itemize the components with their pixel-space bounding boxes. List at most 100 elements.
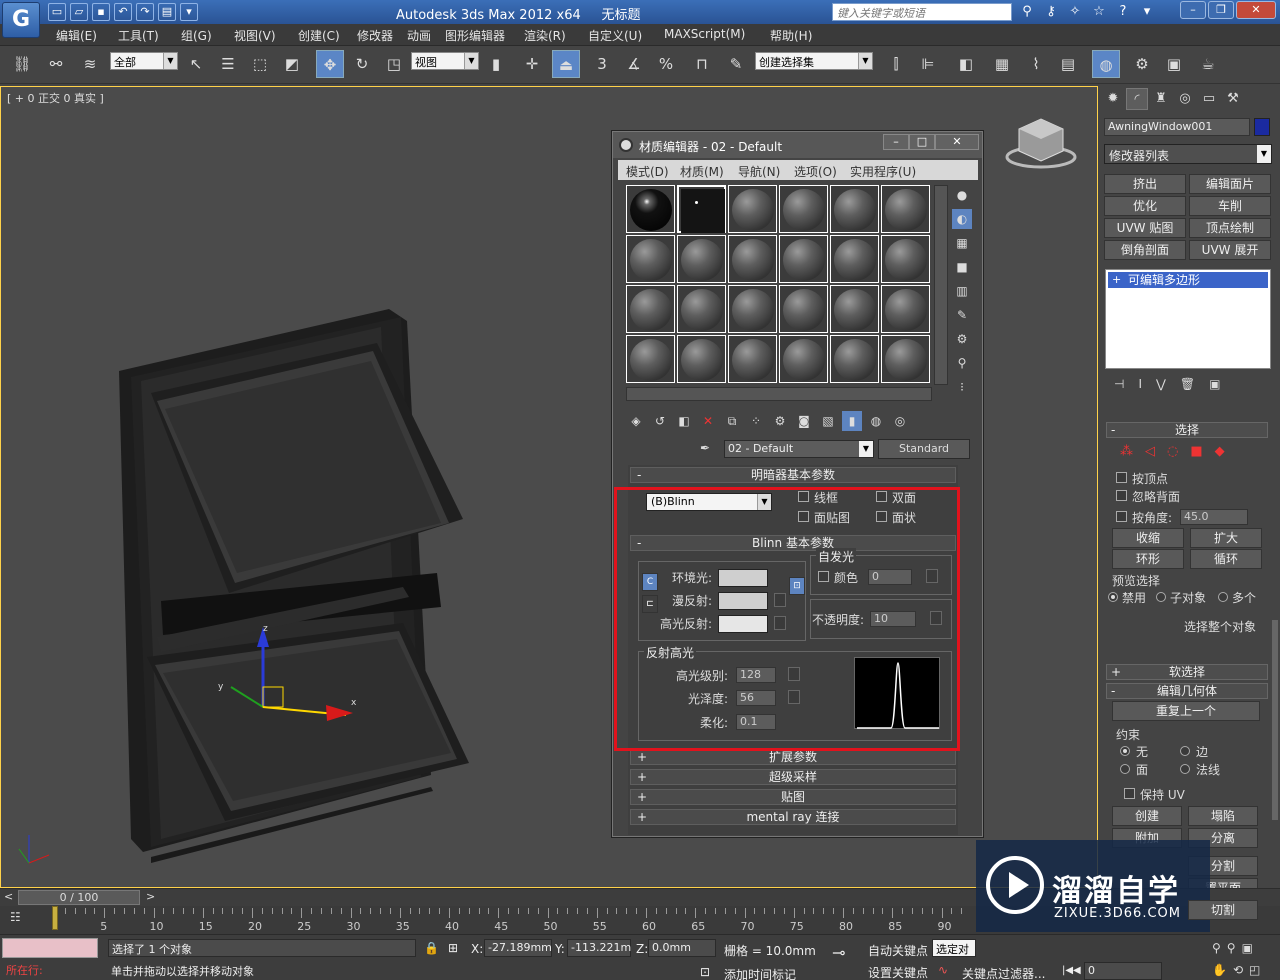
- me-menu-material[interactable]: 材质(M): [680, 163, 724, 180]
- x-coordinate-field[interactable]: -27.189mm: [484, 939, 552, 957]
- pivot-center-icon[interactable]: ▮: [482, 50, 510, 78]
- communication-center-icon[interactable]: ✧: [1066, 3, 1084, 21]
- select-and-rotate-icon[interactable]: ↻: [348, 50, 376, 78]
- sample-slot[interactable]: [728, 335, 777, 383]
- sample-type-icon[interactable]: ●: [952, 185, 972, 205]
- time-slider-knob[interactable]: 0 / 100: [18, 890, 140, 905]
- new-file-icon[interactable]: ▭: [48, 3, 66, 21]
- show-end-result-icon[interactable]: ▮: [842, 411, 862, 431]
- material-id-channel-icon[interactable]: ◙: [794, 411, 814, 431]
- command-panel-scrollbar[interactable]: [1272, 620, 1278, 820]
- preview-multi-radio[interactable]: [1218, 592, 1228, 602]
- glossiness-map-button[interactable]: [788, 690, 800, 704]
- diffuse-specular-lock-icon[interactable]: ⊏: [642, 595, 658, 613]
- selection-filter-dropdown[interactable]: 全部 ▼: [110, 52, 178, 70]
- edge-level-icon[interactable]: ◁: [1145, 444, 1155, 459]
- sample-slot[interactable]: [779, 335, 828, 383]
- self-illum-color-checkbox[interactable]: [818, 571, 829, 582]
- display-tab-icon[interactable]: ▭: [1198, 88, 1220, 110]
- sample-slot[interactable]: [779, 285, 828, 333]
- edit-named-selection-icon[interactable]: ✎: [722, 50, 750, 78]
- menu-create[interactable]: 创建(C): [298, 27, 340, 44]
- mini-curve-editor-icon[interactable]: ☷: [10, 910, 21, 924]
- select-by-material-icon[interactable]: ⚲: [952, 353, 972, 373]
- soften-spinner[interactable]: 0.1: [736, 714, 776, 730]
- cut-button[interactable]: 切割: [1188, 900, 1258, 920]
- zoom-extents-icon[interactable]: ▣: [1242, 941, 1253, 955]
- help-question-icon[interactable]: ?: [1114, 3, 1132, 21]
- rendered-frame-window-icon[interactable]: ▣: [1160, 50, 1188, 78]
- me-menu-navigation[interactable]: 导航(N): [738, 163, 780, 180]
- me-menu-options[interactable]: 选项(O): [794, 163, 837, 180]
- keyboard-shortcut-override-icon[interactable]: ⏏: [552, 50, 580, 78]
- menu-views[interactable]: 视图(V): [234, 27, 276, 44]
- go-to-parent-icon[interactable]: ◍: [866, 411, 886, 431]
- sample-slot[interactable]: [830, 235, 879, 283]
- material-editor-close-button[interactable]: ✕: [935, 134, 979, 150]
- diffuse-map-button[interactable]: [774, 593, 786, 607]
- sample-slot[interactable]: [830, 285, 879, 333]
- create-tab-icon[interactable]: ✹: [1102, 88, 1124, 110]
- sample-slot[interactable]: [626, 185, 675, 233]
- sample-slot[interactable]: [728, 235, 777, 283]
- menu-customize[interactable]: 自定义(U): [588, 27, 642, 44]
- collapse-button[interactable]: 塌陷: [1188, 806, 1258, 826]
- modifier-lathe-button[interactable]: 车削: [1189, 196, 1271, 216]
- zoom-all-icon[interactable]: ⚲: [1227, 941, 1236, 955]
- z-coordinate-field[interactable]: 0.0mm: [648, 939, 716, 957]
- sample-slot[interactable]: [881, 335, 930, 383]
- configure-modifier-sets-icon[interactable]: ▣: [1209, 377, 1220, 391]
- menu-maxscript[interactable]: MAXScript(M): [664, 27, 745, 41]
- create-button[interactable]: 创建: [1112, 806, 1182, 826]
- select-manipulate-icon[interactable]: ✛: [518, 50, 546, 78]
- specular-map-button[interactable]: [774, 616, 786, 630]
- stack-item-editable-poly[interactable]: 可编辑多边形: [1108, 272, 1268, 288]
- select-whole-object-label[interactable]: 选择整个对象: [1184, 618, 1256, 635]
- render-production-icon[interactable]: ☕: [1194, 50, 1222, 78]
- sample-slot[interactable]: [626, 285, 675, 333]
- auto-key-button[interactable]: 自动关键点: [868, 942, 928, 959]
- minimize-button[interactable]: –: [1180, 1, 1206, 19]
- time-next-icon[interactable]: >: [146, 890, 155, 903]
- set-key-icon[interactable]: ⊸: [832, 943, 845, 962]
- zoom-icon[interactable]: ⚲: [1212, 941, 1221, 955]
- preserve-uv-checkbox[interactable]: [1124, 788, 1135, 799]
- maps-rollout[interactable]: + 贴图: [630, 789, 956, 805]
- sample-slots-hscroll[interactable]: [626, 387, 932, 401]
- ambient-color-swatch[interactable]: [718, 569, 768, 587]
- specular-color-swatch[interactable]: [718, 615, 768, 633]
- sample-slot[interactable]: [881, 185, 930, 233]
- by-angle-checkbox[interactable]: [1116, 511, 1127, 522]
- schematic-view-icon[interactable]: ▤: [1054, 50, 1082, 78]
- specular-level-map-button[interactable]: [788, 667, 800, 681]
- menu-graph-editors[interactable]: 图形编辑器: [445, 27, 505, 44]
- assign-to-selection-icon[interactable]: ◧: [674, 411, 694, 431]
- set-key-label[interactable]: 设置关键点: [868, 964, 928, 980]
- favorites-star-icon[interactable]: ☆: [1090, 3, 1108, 21]
- sample-slot[interactable]: [779, 185, 828, 233]
- add-time-tag-label[interactable]: 添加时间标记: [724, 966, 796, 980]
- sample-slot[interactable]: [677, 335, 726, 383]
- face-map-checkbox[interactable]: [798, 511, 809, 522]
- show-map-in-viewport-icon[interactable]: ▧: [818, 411, 838, 431]
- help-search-input[interactable]: 键入关键字或短语: [832, 3, 1012, 21]
- wire-checkbox[interactable]: [798, 491, 809, 502]
- self-illum-spinner[interactable]: 0: [868, 569, 912, 585]
- track-bar-playhead[interactable]: [52, 906, 58, 930]
- current-frame-field[interactable]: 0: [1084, 962, 1162, 980]
- modifier-bevel-profile-button[interactable]: 倒角剖面: [1104, 240, 1186, 260]
- modifier-optimize-button[interactable]: 优化: [1104, 196, 1186, 216]
- sample-slot[interactable]: [728, 285, 777, 333]
- preview-off-radio[interactable]: [1108, 592, 1118, 602]
- material-name-field[interactable]: 02 - Default ▼: [724, 440, 874, 458]
- sample-slot[interactable]: [779, 235, 828, 283]
- application-menu-button[interactable]: G: [2, 2, 40, 38]
- absolute-mode-icon[interactable]: ⊞: [448, 941, 458, 955]
- menu-edit[interactable]: 编辑(E): [56, 27, 97, 44]
- sample-slot[interactable]: [677, 235, 726, 283]
- go-to-start-icon[interactable]: |◀◀: [1062, 965, 1081, 976]
- by-vertex-checkbox[interactable]: [1116, 472, 1127, 483]
- modify-tab-icon[interactable]: ◜: [1126, 88, 1148, 110]
- restore-button[interactable]: ❐: [1208, 1, 1234, 19]
- remove-modifier-icon[interactable]: 🗑: [1180, 377, 1195, 391]
